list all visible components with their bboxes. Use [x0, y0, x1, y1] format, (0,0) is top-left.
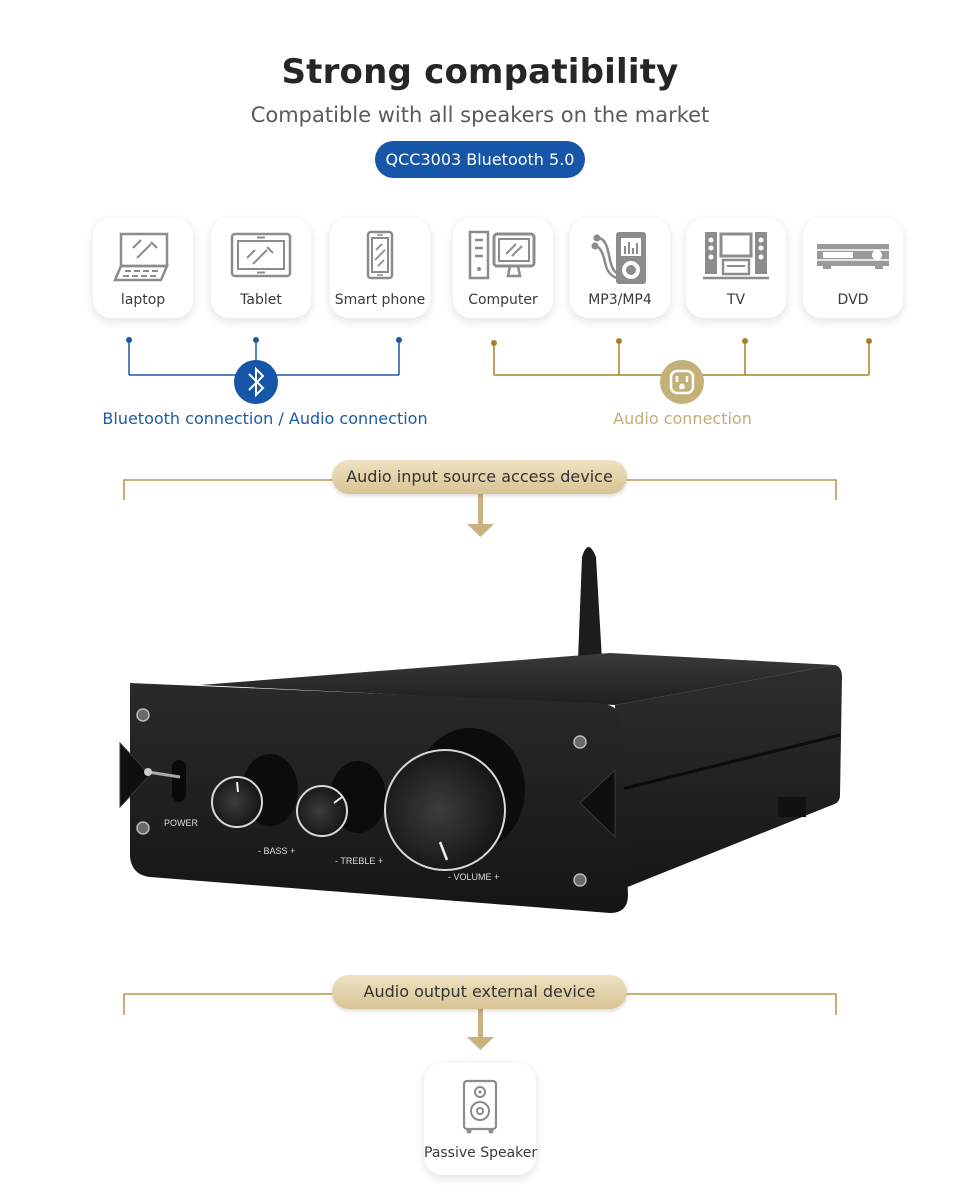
treble-knob[interactable]: [296, 785, 348, 837]
bluetooth-icon: [234, 360, 278, 404]
connector-dot: [396, 337, 402, 343]
device-card-passive-speaker: Passive Speaker: [424, 1063, 538, 1175]
bluetooth-version-badge: QCC3003 Bluetooth 5.0: [375, 141, 585, 178]
dvd-player-icon: [817, 244, 889, 269]
device-card-computer: Computer: [453, 218, 553, 318]
device-card-tablet: Tablet: [211, 218, 311, 318]
speaker-icon: [462, 1079, 498, 1134]
device-card-smartphone: Smart phone: [330, 218, 430, 318]
output-device-pill: Audio output external device: [332, 975, 627, 1009]
device-card-dvd: DVD: [803, 218, 903, 318]
connector-dot: [866, 338, 872, 344]
device-label: Passive Speaker: [424, 1145, 538, 1161]
input-source-pill: Audio input source access device: [332, 460, 627, 494]
connector-dot: [742, 338, 748, 344]
device-label: Smart phone: [334, 292, 426, 308]
device-label: Tablet: [240, 292, 282, 308]
device-label: TV: [726, 292, 746, 308]
power-label: POWER: [164, 818, 199, 828]
bass-label: - BASS +: [258, 846, 295, 856]
arrow-down-icon: [467, 1037, 494, 1050]
connector-dot: [253, 337, 259, 343]
antenna: [578, 547, 602, 660]
mp3-player-icon: [591, 232, 646, 284]
device-card-laptop: laptop: [93, 218, 193, 318]
connector-dot: [491, 340, 497, 346]
treble-label: - TREBLE +: [335, 856, 383, 866]
volume-label: - VOLUME +: [448, 872, 499, 882]
device-label: Computer: [468, 292, 538, 308]
device-card-mp3: MP3/MP4: [570, 218, 670, 318]
computer-icon: [468, 230, 536, 280]
amplifier-image: POWER - BASS + - TREBLE + - VOLUME +: [119, 547, 842, 913]
device-label: laptop: [120, 292, 166, 308]
smartphone-icon: [366, 230, 394, 280]
bluetooth-connection-label: Bluetooth connection / Audio connection: [102, 409, 428, 428]
connection-lines: [126, 337, 872, 404]
device-label: MP3/MP4: [588, 292, 652, 308]
power-outlet-icon: [660, 360, 704, 404]
connector-dot: [616, 338, 622, 344]
laptop-icon: [113, 232, 169, 282]
tv-icon: [703, 232, 769, 280]
connector-dot: [126, 337, 132, 343]
device-label: DVD: [837, 292, 869, 308]
page-title: Strong compatibility: [281, 52, 679, 92]
device-card-tv: TV: [686, 218, 786, 318]
page-subtitle: Compatible with all speakers on the mark…: [250, 103, 710, 127]
tablet-icon: [230, 232, 292, 278]
audio-connection-label: Audio connection: [613, 409, 752, 428]
